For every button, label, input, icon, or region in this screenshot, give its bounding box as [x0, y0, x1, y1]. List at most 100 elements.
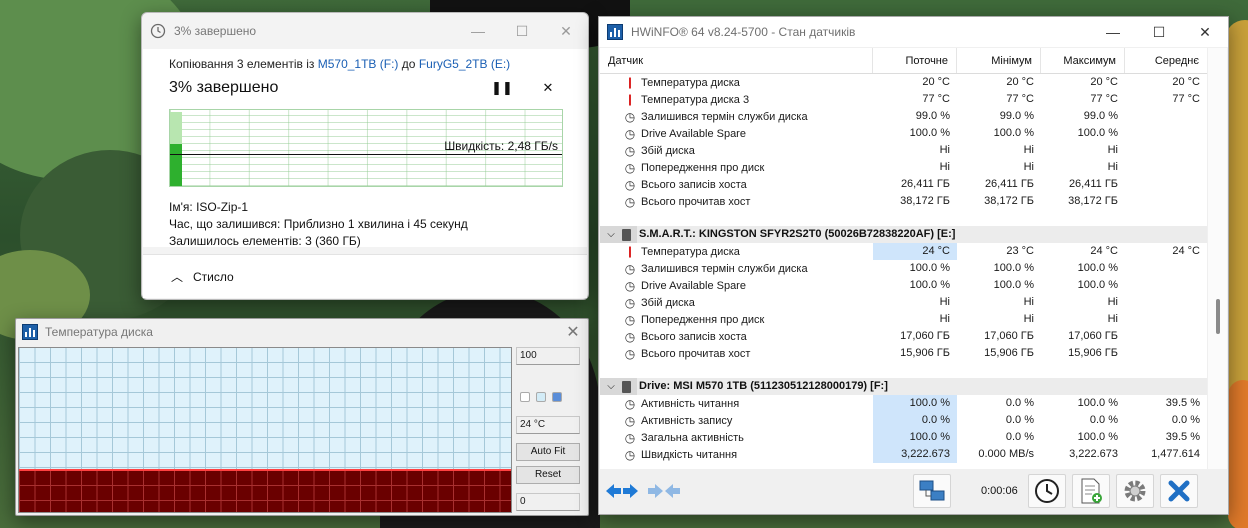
time-row: Час, що залишився: Приблизно 1 хвилина і…	[169, 216, 561, 233]
column-header-current[interactable]: Поточне	[873, 48, 957, 73]
vertical-scrollbar[interactable]	[1207, 48, 1227, 471]
fewer-details-label: Стисло	[193, 269, 234, 284]
network-icon[interactable]	[913, 474, 951, 508]
pause-icon[interactable]: ❚❚	[489, 80, 515, 96]
minimize-button[interactable]: —	[1090, 17, 1136, 47]
avg-value: 39.5 %	[1165, 431, 1200, 443]
clock-icon: ◷	[624, 195, 636, 208]
color-swatch[interactable]	[536, 392, 546, 402]
sensor-name: Попередження про диск	[641, 161, 765, 174]
min-value: 20 °C	[1006, 76, 1034, 88]
current-value: 100.0 %	[909, 262, 950, 274]
graph-controls: 100 24 °C Auto Fit Reset 0	[516, 347, 580, 511]
sensor-name-cell: ◷ Всього прочитав хост	[600, 348, 873, 360]
close-button[interactable]: ✕	[558, 322, 588, 342]
sensor-name: Залишився термін служби диска	[641, 110, 808, 123]
drive-icon	[622, 228, 631, 241]
sensor-name: Всього прочитав хост	[641, 195, 751, 208]
table-header: Датчик Поточне Мінімум Максимум Середнє	[600, 48, 1207, 74]
clock-icon[interactable]	[1027, 474, 1066, 508]
sensor-row[interactable]: ❙ Температура диска 20 °C 20 °C 20 °C 20 °C	[600, 74, 1207, 91]
clock-icon: ◷	[624, 347, 636, 360]
sensor-row[interactable]: ◷ Залишився термін служби диска 100.0 % 100…	[600, 260, 1207, 277]
destination-link[interactable]: FuryG5_2TB (E:)	[419, 57, 510, 71]
sensor-row[interactable]: ◷ Збій диска Ні Ні Ні	[600, 142, 1207, 159]
clock-icon: ◷	[624, 313, 636, 326]
copy-details: Ім'я: ISO-Zip-1 Час, що залишився: Прибл…	[169, 199, 561, 250]
minimize-button[interactable]: —	[456, 13, 500, 49]
gear-icon[interactable]	[1115, 474, 1154, 508]
source-link[interactable]: M570_1TB (F:)	[318, 57, 399, 71]
section-header-smart[interactable]: ⌵ S.M.A.R.T.: KINGSTON SFYR2S2T0 (50026B…	[600, 226, 1207, 243]
section-header-drive[interactable]: ⌵ Drive: MSI M570 1TB (51123051212800017…	[600, 378, 1207, 395]
close-app-icon[interactable]	[1159, 474, 1198, 508]
collapse-arrows-icon[interactable]	[645, 474, 683, 508]
close-button[interactable]: ✕	[544, 13, 588, 49]
sensor-name: Всього записів хоста	[641, 330, 747, 343]
sensor-row[interactable]: ◷ Всього прочитав хост 15,906 ГБ 15,906 ГБ 1…	[600, 345, 1207, 362]
max-value: 17,060 ГБ	[1068, 330, 1118, 342]
sensor-row[interactable]: ◷ Залишився термін служби диска 99.0 % 99.0…	[600, 108, 1207, 125]
sensor-row[interactable]: ◷ Попередження про диск Ні Ні Ні	[600, 311, 1207, 328]
clock-icon: ◷	[624, 144, 636, 157]
clock-icon: ◷	[624, 178, 636, 191]
sensor-row[interactable]: ◷ Всього прочитав хост 38,172 ГБ 38,172 ГБ 3…	[600, 193, 1207, 210]
expand-arrows-icon[interactable]	[603, 474, 641, 508]
sensor-row[interactable]: ◷ Всього записів хоста 26,411 ГБ 26,411 ГБ 2…	[600, 176, 1207, 193]
column-header-min[interactable]: Мінімум	[957, 48, 1041, 73]
hwinfo-app-icon	[607, 24, 623, 40]
max-value-field[interactable]: 100	[516, 347, 580, 365]
color-swatch[interactable]	[552, 392, 562, 402]
maximize-button[interactable]: ☐	[500, 13, 544, 49]
sensor-row[interactable]: ❙ Температура диска 24 °C 23 °C 24 °C 24 °C	[600, 243, 1207, 260]
min-value: 100.0 %	[993, 262, 1034, 274]
fewer-details-button[interactable]: ︿ Стисло	[143, 254, 587, 298]
sensor-name: Температура диска 3	[641, 93, 750, 106]
current-value: 99.0 %	[915, 110, 950, 122]
min-value: 0.000 MB/s	[978, 448, 1034, 460]
column-header-avg[interactable]: Середнє	[1125, 48, 1207, 73]
max-value: 0.0 %	[1089, 414, 1118, 426]
reset-button[interactable]: Reset	[516, 466, 580, 484]
clock-icon: ◷	[624, 161, 636, 174]
column-header-max[interactable]: Максимум	[1041, 48, 1125, 73]
transfer-speed-graph: Швидкість: 2,48 ГБ/s	[169, 109, 563, 187]
avg-value: 24 °C	[1172, 245, 1200, 257]
avg-value: 0.0 %	[1171, 414, 1200, 426]
sensor-name-cell: ◷ Всього записів хоста	[600, 179, 873, 191]
chevron-down-icon[interactable]: ⌵	[600, 381, 622, 392]
avg-value	[1125, 159, 1207, 176]
current-value: 38,172 ГБ	[900, 195, 950, 207]
sensor-row[interactable]: ◷ Загальна активність 100.0 % 0.0 % 100.0 % 3…	[600, 429, 1207, 446]
sensor-row[interactable]: ◷ Збій диска Ні Ні Ні	[600, 294, 1207, 311]
current-value: Ні	[939, 313, 950, 325]
scrollbar-thumb[interactable]	[1216, 299, 1220, 334]
copy-description: Копіювання 3 елементів із M570_1TB (F:) …	[169, 57, 561, 75]
sensor-row[interactable]: ◷ Всього записів хоста 17,060 ГБ 17,060 ГБ 1…	[600, 328, 1207, 345]
min-value-field[interactable]: 0	[516, 493, 580, 511]
close-icon[interactable]: ✕	[535, 80, 561, 96]
auto-fit-button[interactable]: Auto Fit	[516, 443, 580, 461]
sensor-name-cell: ◷ Загальна активність	[600, 432, 873, 444]
max-value: 77 °C	[1090, 93, 1118, 105]
bottom-toolbar: 0:00:06	[600, 469, 1227, 513]
current-value: 100.0 %	[873, 429, 957, 446]
sensor-row[interactable]: ◷ Drive Available Spare 100.0 % 100.0 % 100.…	[600, 277, 1207, 294]
min-value: 0.0 %	[1005, 431, 1034, 443]
sensor-row[interactable]: ◷ Швидкість читання 3,222.673 0.000 MB/s 3,2…	[600, 446, 1207, 463]
temperature-graph-window: Температура диска ✕ 100 24 °C Auto Fit R…	[15, 318, 589, 516]
maximize-button[interactable]: ☐	[1136, 17, 1182, 47]
close-button[interactable]: ✕	[1182, 17, 1228, 47]
color-swatch[interactable]	[520, 392, 530, 402]
plot-lower-band	[19, 471, 511, 512]
column-header-sensor[interactable]: Датчик	[600, 48, 873, 73]
sensor-row[interactable]: ◷ Активність запису 0.0 % 0.0 % 0.0 % 0.0 %	[600, 412, 1207, 429]
copy-body: Копіювання 3 елементів із M570_1TB (F:) …	[143, 49, 587, 250]
add-report-icon[interactable]	[1071, 474, 1110, 508]
sensor-row[interactable]: ❙ Температура диска 3 77 °C 77 °C 77 °C 77 °C	[600, 91, 1207, 108]
sensor-row[interactable]: ◷ Активність читання 100.0 % 0.0 % 100.0 % 39…	[600, 395, 1207, 412]
clock-icon: ◷	[624, 448, 636, 461]
sensor-row[interactable]: ◷ Попередження про диск Ні Ні Ні	[600, 159, 1207, 176]
sensor-row[interactable]: ◷ Drive Available Spare 100.0 % 100.0 % 100.…	[600, 125, 1207, 142]
chevron-down-icon[interactable]: ⌵	[600, 229, 622, 240]
